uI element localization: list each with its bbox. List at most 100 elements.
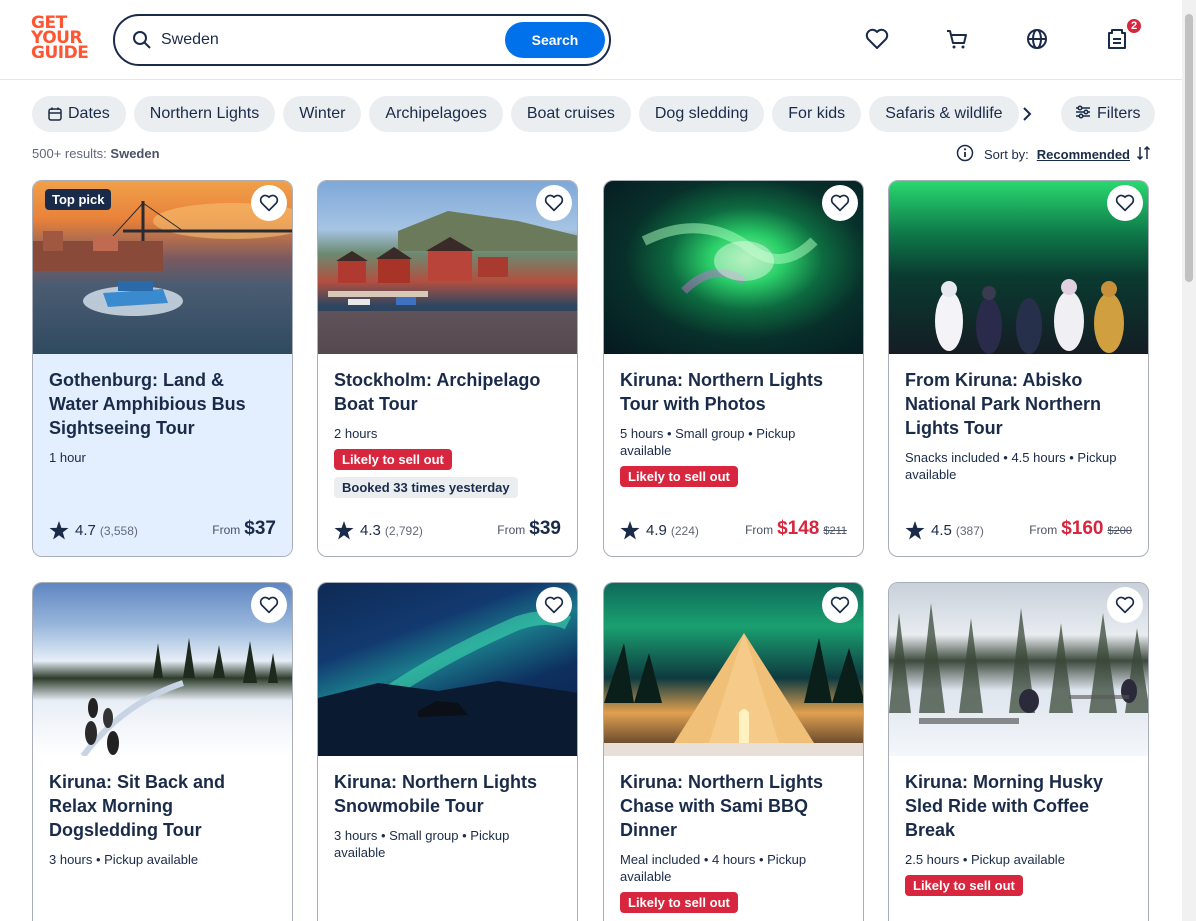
activity-card[interactable]: Kiruna: Morning Husky Sled Ride with Cof… — [888, 582, 1149, 921]
star-icon — [620, 521, 640, 540]
card-body: Kiruna: Morning Husky Sled Ride with Cof… — [889, 756, 1148, 921]
activity-meta: 1 hour — [49, 450, 86, 465]
getyourguide-logo[interactable]: GET YOUR GUIDE — [31, 15, 91, 64]
price-amount: $37 — [244, 518, 276, 539]
card-body: From Kiruna: Abisko National Park Northe… — [889, 354, 1148, 556]
activity-meta: 3 hours • Small group • Pickup available — [334, 828, 510, 860]
review-count: (3,558) — [99, 523, 138, 538]
logo-line-3: GUIDE — [31, 43, 89, 63]
card-body: Stockholm: Archipelago Boat Tour 2 hours… — [318, 354, 577, 556]
favorite-heart-icon[interactable] — [251, 587, 287, 623]
info-icon[interactable] — [956, 144, 974, 165]
star-icon — [49, 521, 69, 540]
rating-value: 4.9 — [646, 522, 667, 539]
favorite-heart-icon[interactable] — [536, 587, 572, 623]
favorite-heart-icon[interactable] — [1107, 587, 1143, 623]
chip-dates[interactable]: Dates — [32, 96, 126, 132]
chevron-right-icon[interactable] — [1013, 100, 1041, 128]
review-count: (2,792) — [384, 523, 423, 538]
rating: 4.9 (224) — [620, 521, 699, 540]
activity-meta: Meal included • 4 hours • Pickup availab… — [620, 852, 807, 884]
chip-label: Dates — [68, 105, 110, 122]
activity-image — [604, 583, 863, 756]
activity-image — [889, 181, 1148, 354]
activity-title[interactable]: From Kiruna: Abisko National Park Northe… — [905, 368, 1132, 440]
price-from-label: From — [212, 523, 241, 537]
review-count: (224) — [670, 523, 699, 538]
activity-title[interactable]: Kiruna: Northern Lights Snowmobile Tour — [334, 770, 561, 818]
search-button[interactable]: Search — [505, 22, 605, 58]
filters-button[interactable]: Filters — [1061, 96, 1155, 132]
likely-to-sell-out-badge: Likely to sell out — [905, 875, 1023, 896]
activity-image — [604, 181, 863, 354]
activity-image — [889, 583, 1148, 756]
activity-card[interactable]: From Kiruna: Abisko National Park Northe… — [888, 180, 1149, 557]
cart-count-badge: 2 — [1125, 17, 1143, 35]
rating-value: 4.3 — [360, 522, 381, 539]
sort-label: Sort by: — [984, 147, 1029, 162]
globe-icon[interactable] — [1024, 26, 1050, 52]
activity-card[interactable]: Kiruna: Northern Lights Snowmobile Tour … — [317, 582, 578, 921]
price: From $148 $211 — [745, 518, 847, 540]
activity-image — [33, 583, 292, 756]
star-icon — [905, 521, 925, 540]
likely-to-sell-out-badge: Likely to sell out — [620, 466, 738, 487]
activity-title[interactable]: Kiruna: Morning Husky Sled Ride with Cof… — [905, 770, 1132, 842]
activity-image — [318, 181, 577, 354]
price: From $160 $200 — [1029, 518, 1132, 540]
card-body: Gothenburg: Land & Water Amphibious Bus … — [33, 354, 292, 556]
chip-dog-sledding[interactable]: Dog sledding — [638, 96, 765, 132]
cart-icon[interactable] — [944, 26, 970, 52]
activity-meta: 2 hours — [334, 426, 378, 441]
page-scrollbar[interactable] — [1182, 0, 1196, 921]
chip-archipelagoes[interactable]: Archipelagoes — [369, 96, 503, 132]
activity-title[interactable]: Kiruna: Sit Back and Relax Morning Dogsl… — [49, 770, 276, 842]
price-from-label: From — [1029, 523, 1058, 537]
rating-value: 4.5 — [931, 522, 952, 539]
activity-card[interactable]: Stockholm: Archipelago Boat Tour 2 hours… — [317, 180, 578, 557]
price-amount: $148 — [777, 518, 820, 539]
activity-card[interactable]: Kiruna: Northern Lights Tour with Photos… — [603, 180, 864, 557]
favorite-heart-icon[interactable] — [822, 587, 858, 623]
rating: 4.5 (387) — [905, 521, 984, 540]
activity-card[interactable]: Kiruna: Sit Back and Relax Morning Dogsl… — [32, 582, 293, 921]
chip-safaris-wildlife[interactable]: Safaris & wildlife — [869, 96, 1019, 132]
filters-label: Filters — [1097, 105, 1141, 122]
chip-boat-cruises[interactable]: Boat cruises — [510, 96, 631, 132]
card-body: Kiruna: Sit Back and Relax Morning Dogsl… — [33, 756, 292, 921]
review-count: (387) — [955, 523, 984, 538]
sort-control[interactable]: Sort by: Recommended — [956, 144, 1152, 165]
activity-image — [318, 583, 577, 756]
top-header: GET YOUR GUIDE Search 2 — [0, 0, 1182, 80]
price-from-label: From — [745, 523, 774, 537]
chip-northern-lights[interactable]: Northern Lights — [133, 96, 276, 132]
activity-card[interactable]: Kiruna: Northern Lights Chase with Sami … — [603, 582, 864, 921]
scrollbar-thumb[interactable] — [1185, 14, 1193, 282]
search-icon — [131, 29, 153, 51]
search-bar: Search — [113, 14, 611, 66]
favorite-heart-icon[interactable] — [822, 185, 858, 221]
rating: 4.7 (3,558) — [49, 521, 138, 540]
activity-meta: 3 hours • Pickup available — [49, 852, 199, 867]
favorite-heart-icon[interactable] — [251, 185, 287, 221]
activity-title[interactable]: Kiruna: Northern Lights Tour with Photos — [620, 368, 847, 416]
rating-value: 4.7 — [75, 522, 96, 539]
activity-meta: Snacks included • 4.5 hours • Pickup ava… — [905, 450, 1117, 482]
chip-for-kids[interactable]: For kids — [772, 96, 862, 132]
favorite-heart-icon[interactable] — [1107, 185, 1143, 221]
favorite-heart-icon[interactable] — [536, 185, 572, 221]
results-query: Sweden — [110, 146, 160, 161]
activity-title[interactable]: Kiruna: Northern Lights Chase with Sami … — [620, 770, 847, 842]
activity-image: Top pick — [33, 181, 292, 354]
wishlist-heart-icon[interactable] — [864, 26, 890, 52]
sort-value[interactable]: Recommended — [1037, 147, 1130, 162]
activity-card[interactable]: Top pick Gothenburg: Land & Water Amphib… — [32, 180, 293, 557]
price: From $37 — [212, 518, 276, 540]
search-input[interactable] — [161, 31, 491, 49]
activity-title[interactable]: Gothenburg: Land & Water Amphibious Bus … — [49, 368, 276, 440]
chip-winter[interactable]: Winter — [283, 96, 362, 132]
star-icon — [334, 521, 354, 540]
original-price: $211 — [823, 525, 847, 537]
results-count: 500+ results: Sweden — [32, 146, 160, 161]
activity-title[interactable]: Stockholm: Archipelago Boat Tour — [334, 368, 561, 416]
